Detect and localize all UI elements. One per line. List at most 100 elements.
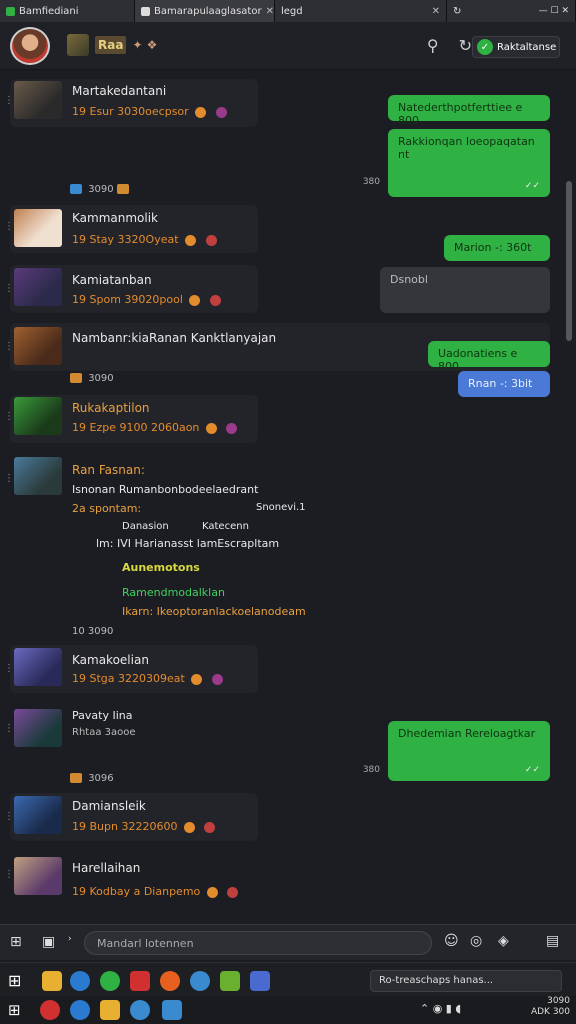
- chat-bubble[interactable]: Rnan -: 3bit: [458, 371, 550, 397]
- drag-handle-icon[interactable]: ⋮: [4, 663, 14, 674]
- message-submeta: 3090: [70, 184, 132, 195]
- search-icon[interactable]: ⚲: [427, 36, 439, 55]
- app-icon[interactable]: [130, 971, 150, 991]
- tray-icons[interactable]: ⌃ ◉ ▮ ◖: [420, 1002, 461, 1015]
- reaction-icon: [195, 106, 207, 118]
- read-receipt-icon: ✓✓: [524, 181, 540, 191]
- browser-tab-1[interactable]: Bamfiediani: [0, 0, 135, 22]
- group-thumbnail: [67, 34, 89, 56]
- app-icon[interactable]: [190, 971, 210, 991]
- close-tab-icon[interactable]: ✕: [266, 6, 274, 17]
- reaction-icon: [209, 294, 221, 306]
- app-icon[interactable]: [162, 1000, 182, 1020]
- avatar[interactable]: [10, 27, 50, 65]
- bubble-text: Natederthpotferttiee e 800: [398, 101, 523, 127]
- verify-button[interactable]: ✓ Raktaltanse: [472, 36, 560, 58]
- reaction-icon: [227, 886, 239, 898]
- app-icon[interactable]: [160, 971, 180, 991]
- submeta-text: 3096: [88, 773, 114, 784]
- chat-bubble[interactable]: Rakkionqan Ioeopaqatan nt ✓✓: [388, 129, 550, 197]
- message-meta: 19 Bupn 32220600: [72, 820, 218, 833]
- browser-tabbar: Bamfiediani Bamarapulaaglasator ✕ legd ✕…: [0, 0, 576, 22]
- message-sender: Pavaty Iina: [72, 709, 133, 722]
- thread-line: Danasion: [122, 521, 169, 532]
- composer-bar: ⊞ ▣ › Mandarl lotennen ☺ ◎ ◈ ▤: [0, 924, 576, 960]
- thread-line: Ramendmodalklan: [122, 586, 225, 599]
- reaction-icon: [205, 234, 217, 246]
- browser-tab-3[interactable]: legd ✕: [275, 0, 447, 22]
- attachment-icon[interactable]: ▣: [42, 934, 55, 950]
- chrome-icon[interactable]: [100, 971, 120, 991]
- apps-icon[interactable]: ⊞: [10, 934, 22, 950]
- refresh-icon[interactable]: ↻: [453, 6, 461, 17]
- drag-handle-icon[interactable]: ⋮: [4, 723, 14, 734]
- sticker-icon[interactable]: ◈: [498, 933, 509, 949]
- chat-header: Raa ✦ ❖ ⚲ ↻ ✓ Raktaltanse: [0, 22, 576, 70]
- message-sender: Kamiatanban: [72, 273, 152, 287]
- taskbar-search[interactable]: Ro-treaschaps hanas...: [370, 970, 562, 992]
- app-icon[interactable]: [220, 971, 240, 991]
- message-thumbnail: [14, 709, 62, 747]
- drag-handle-icon[interactable]: ⋮: [4, 341, 14, 352]
- message-meta: 19 Esur 3030oecpsor: [72, 105, 230, 118]
- app-icon[interactable]: [250, 971, 270, 991]
- drag-handle-icon[interactable]: ⋮: [4, 869, 14, 880]
- message-thumbnail: [14, 648, 62, 686]
- windows-start-icon[interactable]: ⊞: [8, 971, 28, 991]
- message-sender: Kammanmolik: [72, 211, 158, 225]
- windows-start-icon[interactable]: ⊞: [8, 1000, 28, 1020]
- message-thumbnail: [14, 397, 62, 435]
- system-clock[interactable]: 3090 ADK 300: [531, 996, 570, 1018]
- scrollbar[interactable]: [566, 181, 572, 341]
- timestamp: 380: [362, 765, 380, 775]
- shield-icon: ✓: [477, 39, 493, 55]
- chat-bubble[interactable]: Dsnobl: [380, 267, 550, 313]
- emoji-icon: ✦ ❖: [132, 38, 158, 52]
- message-thumbnail: [14, 457, 62, 495]
- thread-line: Snonevi.1: [256, 502, 306, 513]
- chat-bubble[interactable]: Natederthpotferttiee e 800: [388, 95, 550, 127]
- thread-line: Isnonan Rumanbonbodeelaedrant: [72, 483, 259, 496]
- emoji-icon[interactable]: ☺: [444, 933, 459, 949]
- app-icon[interactable]: [40, 1000, 60, 1020]
- chat-bubble[interactable]: Dhedemian Rereloagtkar ✓✓: [388, 721, 550, 781]
- bubble-text: Marion -: 360t: [454, 241, 532, 254]
- file-explorer-icon[interactable]: [100, 1000, 120, 1020]
- thread-line: Ikarn: Ikeoptoranlackoelanodeam: [122, 605, 306, 618]
- reaction-icon: [191, 673, 203, 685]
- reaction-icon: [185, 234, 197, 246]
- browser-tab-4[interactable]: ↻ — ☐ ✕: [447, 0, 576, 22]
- chat-bubble[interactable]: Uadonatiens e 800: [428, 341, 550, 373]
- tab-favicon: [141, 6, 150, 16]
- close-tab-icon[interactable]: ✕: [432, 6, 440, 17]
- drag-handle-icon[interactable]: ⋮: [4, 811, 14, 822]
- drag-handle-icon[interactable]: ⋮: [4, 473, 14, 484]
- thread-title: Ran Fasnan:: [72, 463, 145, 477]
- edge-icon[interactable]: [70, 971, 90, 991]
- message-submeta: 3090: [70, 373, 114, 384]
- chat-area[interactable]: ⋮ Martakedantani 19 Esur 3030oecpsor 309…: [0, 71, 576, 924]
- message-input[interactable]: Mandarl lotennen: [84, 931, 432, 955]
- message-meta: 19 Stga 3220309eat: [72, 672, 226, 685]
- send-icon[interactable]: ▤: [546, 933, 559, 949]
- message-meta-text: 19 Ezpe 9100 2060aon: [72, 421, 200, 434]
- submeta-text: 3090: [88, 373, 114, 384]
- message-thumbnail: [14, 857, 62, 895]
- window-controls[interactable]: — ☐ ✕: [539, 6, 569, 16]
- chat-bubble[interactable]: Marion -: 360t: [444, 235, 550, 261]
- tab-favicon: [6, 6, 15, 16]
- gif-icon[interactable]: ◎: [470, 933, 482, 949]
- drag-handle-icon[interactable]: ⋮: [4, 221, 14, 232]
- drag-handle-icon[interactable]: ⋮: [4, 283, 14, 294]
- drag-handle-icon[interactable]: ⋮: [4, 411, 14, 422]
- file-icon: [116, 184, 129, 194]
- edge-icon[interactable]: [70, 1000, 90, 1020]
- chevron-right-icon[interactable]: ›: [68, 934, 72, 944]
- refresh-icon[interactable]: ↻: [459, 36, 472, 55]
- tab-label: Bamarapulaaglasator: [154, 5, 262, 17]
- message-thumbnail: [14, 81, 62, 119]
- file-explorer-icon[interactable]: [42, 971, 62, 991]
- app-icon[interactable]: [130, 1000, 150, 1020]
- drag-handle-icon[interactable]: ⋮: [4, 95, 14, 106]
- browser-tab-2[interactable]: Bamarapulaaglasator ✕: [135, 0, 275, 22]
